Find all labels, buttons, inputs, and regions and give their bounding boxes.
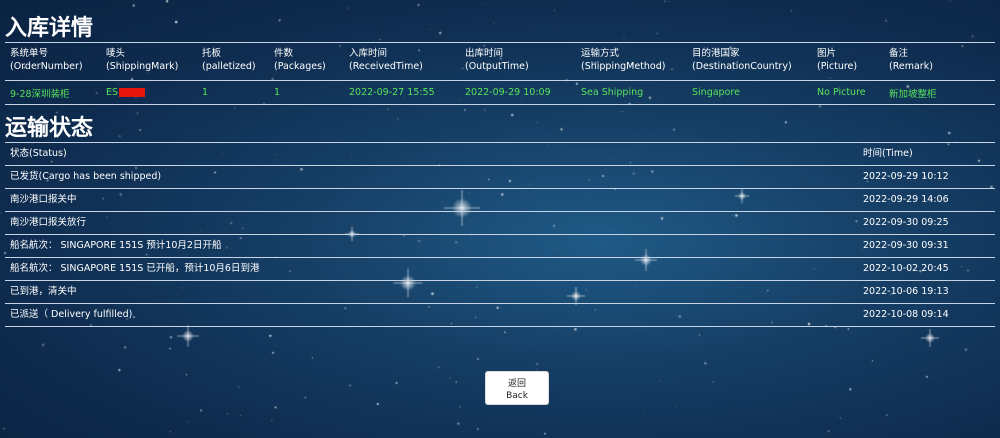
status-time: 2022-10-08 09:14 (863, 309, 949, 320)
col-picture: 图片 (Picture) (817, 48, 858, 72)
col-packages: 件数 (Packages) (274, 48, 326, 72)
status-header-row: 状态(Status) 时间(Time) (5, 142, 995, 166)
warehouse-table: 系统单号 (OrderNumber) 唛头 (ShippingMark) 托板 (pa… (5, 42, 995, 105)
col-order-number: 系统单号 (OrderNumber) (10, 48, 83, 72)
status-row: 南沙港口报关放行 2022-09-30 09:25 (5, 212, 995, 235)
col-palletized: 托板 (palletized) (202, 48, 256, 72)
transport-status-table: 状态(Status) 时间(Time) 已发货(Cargo has been s… (5, 142, 995, 327)
status-row: 南沙港口报关中 2022-09-29 14:06 (5, 189, 995, 212)
status-time: 2022-10-02 20:45 (863, 263, 949, 274)
status-text: 船名航次： SINGAPORE 151S 预计10月2日开船 (10, 240, 222, 251)
status-row: 已到港，清关中 2022-10-06 19:13 (5, 281, 995, 304)
col-shipping-mark: 唛头 (ShippingMark) (106, 48, 179, 72)
status-text: 船名航次： SINGAPORE 151S 已开船，预计10月6日到港 (10, 263, 260, 274)
status-time: 2022-10-06 19:13 (863, 286, 949, 297)
status-row: 已发货(Cargo has been shipped) 2022-09-29 1… (5, 166, 995, 189)
cell-order-number: 9-28深圳装柜 (5, 80, 101, 105)
cell-palletized: 1 (197, 80, 269, 105)
status-time: 2022-09-29 10:12 (863, 171, 949, 182)
col-destination-country: 目的港国家 (DestinationCountry) (692, 48, 792, 72)
page-content: 入库详情 系统单号 (OrderNumber) 唛头 (ShippingMark) … (0, 0, 1000, 327)
cell-output-time: 2022-09-29 10:09 (460, 80, 576, 105)
status-text: 南沙港口报关放行 (10, 217, 87, 228)
warehouse-section-title: 入库详情 (5, 16, 94, 41)
cell-packages: 1 (269, 80, 344, 105)
status-text: 已到港，清关中 (10, 286, 77, 297)
cell-remark: 新加坡整柜 (884, 80, 995, 105)
warehouse-data-row: 9-28深圳装柜 ES 1 1 2022-09-27 15:55 2022-09… (5, 80, 995, 105)
back-label-en: Back (506, 391, 528, 401)
col-output-time: 出库时间 (OutputTime) (465, 48, 529, 72)
cell-received-time: 2022-09-27 15:55 (344, 80, 460, 105)
status-time: 2022-09-30 09:25 (863, 217, 949, 228)
cell-shipping-mark: ES (101, 80, 197, 105)
status-row: 船名航次： SINGAPORE 151S 预计10月2日开船 2022-09-3… (5, 235, 995, 258)
status-row: 船名航次： SINGAPORE 151S 已开船，预计10月6日到港 2022-… (5, 258, 995, 281)
col-shipping-method: 运输方式 (ShippingMethod) (581, 48, 666, 72)
back-button[interactable]: 返回 Back (485, 371, 549, 405)
time-header: 时间(Time) (863, 148, 913, 159)
redaction-mark (119, 88, 146, 97)
status-row: 已派送（ Delivery fulfilled) 2022-10-08 09:1… (5, 304, 995, 327)
status-header: 状态(Status) (10, 148, 67, 159)
cell-shipping-method: Sea Shipping (576, 80, 687, 105)
warehouse-header-row: 系统单号 (OrderNumber) 唛头 (ShippingMark) 托板 (pa… (5, 43, 995, 81)
status-time: 2022-09-30 09:31 (863, 240, 949, 251)
back-label-cn: 返回 (507, 379, 526, 389)
col-received-time: 入库时间 (ReceivedTime) (349, 48, 423, 72)
status-text: 南沙港口报关中 (10, 194, 77, 205)
cell-picture: No Picture (812, 80, 884, 105)
transport-section-title: 运输状态 (5, 116, 94, 141)
status-text: 已派送（ Delivery fulfilled) (10, 309, 133, 320)
status-time: 2022-09-29 14:06 (863, 194, 949, 205)
status-text: 已发货(Cargo has been shipped) (10, 171, 162, 182)
col-remark: 备注 (Remark) (889, 48, 933, 72)
cell-destination-country: Singapore (687, 80, 812, 105)
